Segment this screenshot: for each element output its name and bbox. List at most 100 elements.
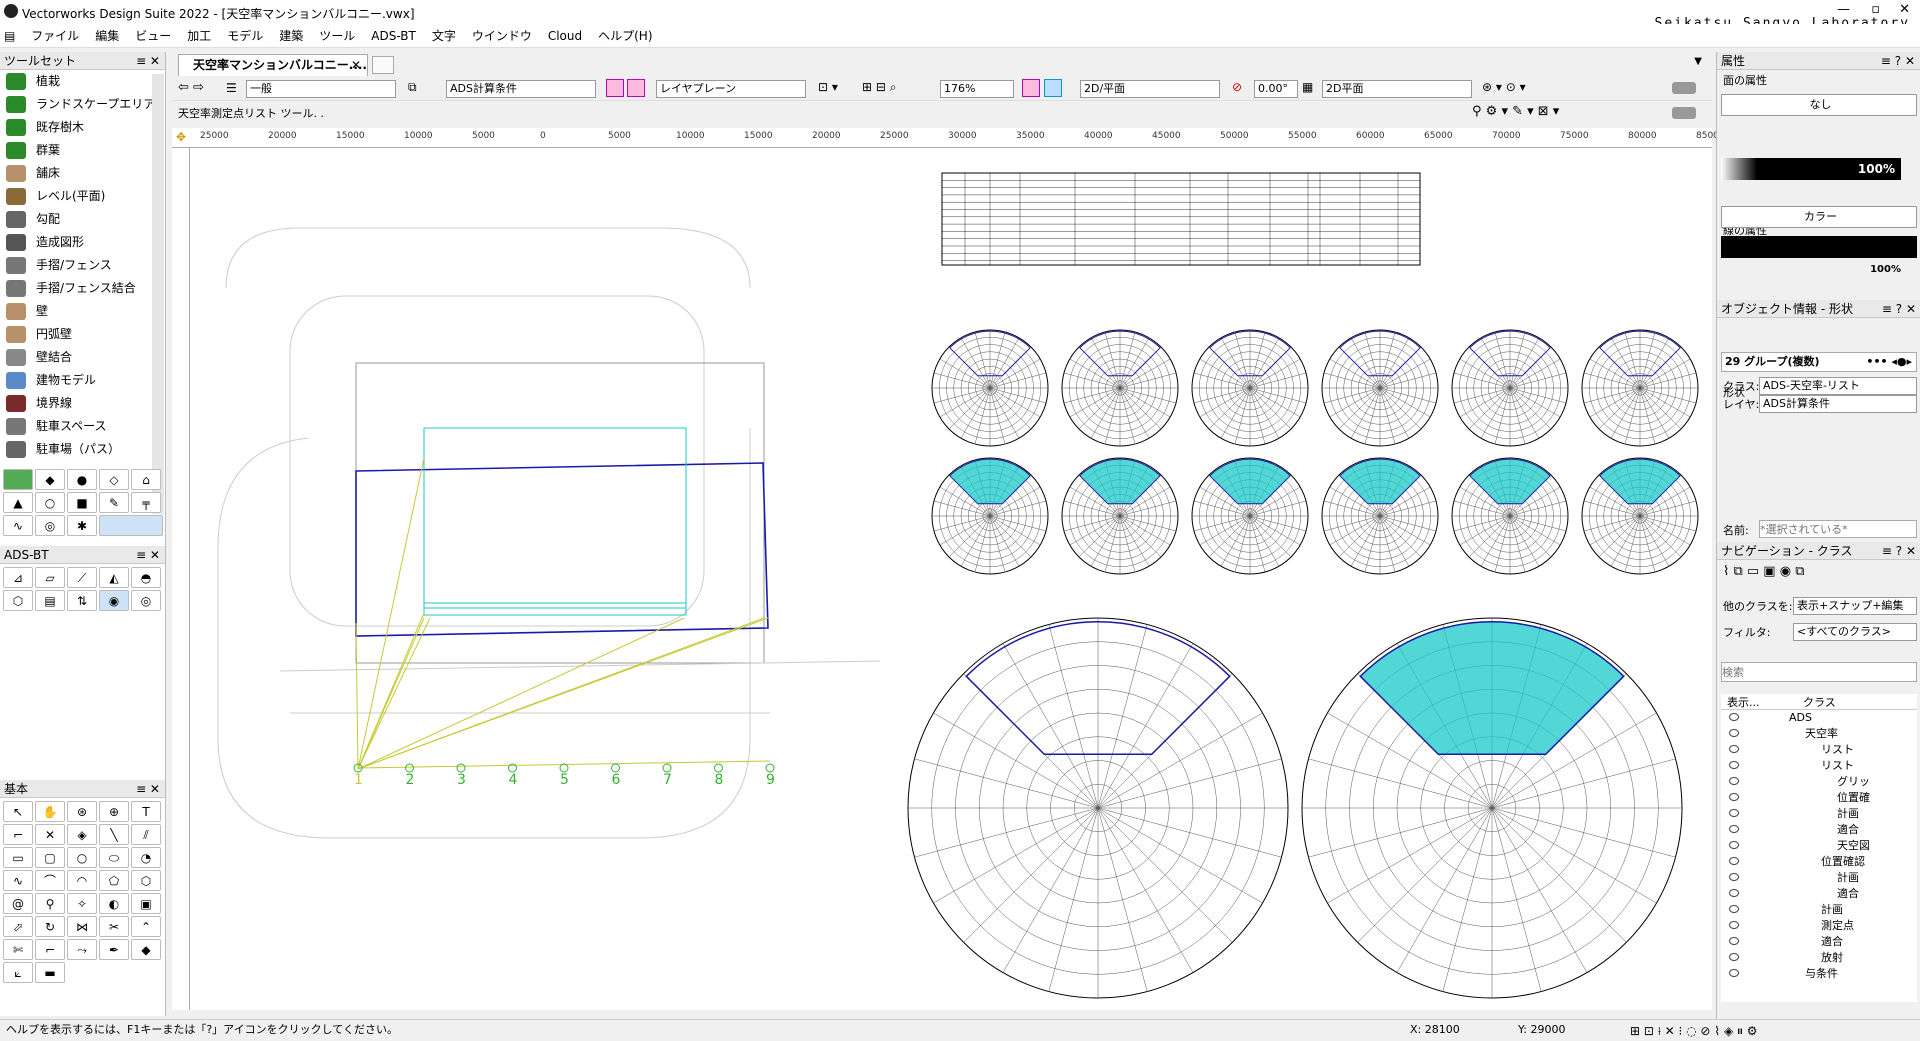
rounded-rect-icon[interactable]: ▢ — [35, 847, 65, 868]
plane-select[interactable]: レイヤプレーン — [656, 80, 806, 98]
layer-opts-icon[interactable] — [606, 79, 624, 97]
fillet-icon[interactable]: ⌃ — [131, 916, 161, 937]
visibility-eye-icon[interactable] — [1729, 745, 1739, 753]
mirror-icon[interactable]: ⋈ — [67, 916, 97, 937]
sky-chart-small[interactable] — [1061, 457, 1179, 575]
class-tree-row[interactable]: 天空図 — [1721, 838, 1917, 854]
freehand-icon[interactable]: ∿ — [3, 870, 33, 891]
class-tree-row[interactable]: 放射 — [1721, 950, 1917, 966]
other-classes-select[interactable]: 表示+スナップ+編集 — [1793, 597, 1917, 615]
doc-tab[interactable]: 天空率マンションバルコニー.... ✕ — [178, 54, 368, 76]
measure-point[interactable] — [405, 763, 414, 773]
menu-item[interactable]: Cloud — [540, 24, 590, 48]
visibility-eye-icon[interactable] — [1729, 777, 1739, 785]
class-tree-row[interactable]: 計画 — [1721, 902, 1917, 918]
line-icon[interactable]: ╲ — [99, 824, 129, 845]
toolset-item[interactable]: 手摺/フェンス — [0, 254, 165, 277]
sky-chart-small[interactable] — [1581, 329, 1699, 447]
shapes-icon[interactable]: ▲ — [3, 492, 33, 513]
close-icon[interactable]: ≡ ? ✕ — [1881, 52, 1915, 70]
render-icon[interactable]: ⊡ ▾ — [818, 80, 838, 94]
mode-tools-icon[interactable]: ⚲ ⚙ ▾ ✎ ▾ ⊠ ▾ — [1472, 104, 1559, 119]
sky-chart-small[interactable] — [1451, 457, 1569, 575]
class-tree-row[interactable]: 位置確 — [1721, 790, 1917, 806]
view-select[interactable]: 2D/平面 — [1080, 80, 1220, 98]
visibility-eye-icon[interactable] — [1729, 729, 1739, 737]
snap-icon[interactable]: ⊛ ▾ ⊙ ▾ — [1482, 80, 1526, 94]
menu-item[interactable]: モデル — [219, 24, 271, 48]
snap-toolbar-icon[interactable]: ⊞ ⊡ ⟊ ✕ ⁝ ◌ ⊘ ⌇ ◈ ⏸ ⚙ — [1630, 1021, 1758, 1041]
layer-select[interactable]: ADS計算条件 — [446, 80, 596, 98]
stamp-icon[interactable]: ▣ — [131, 893, 161, 914]
class-tree-row[interactable]: 適合 — [1721, 822, 1917, 838]
menu-item[interactable]: 文字 — [424, 24, 464, 48]
sky-chart-big[interactable] — [907, 617, 1289, 999]
zoom-icon[interactable]: ⊕ — [99, 801, 129, 822]
toolset-item[interactable]: 造成図形 — [0, 231, 165, 254]
close-tab-icon[interactable]: ✕ — [351, 55, 361, 75]
filter-select[interactable]: <すべてのクラス> — [1793, 623, 1917, 641]
view-3d-icon[interactable] — [1044, 79, 1062, 97]
double-line-icon[interactable]: ⫽ — [131, 824, 161, 845]
visibility-eye-icon[interactable] — [1729, 713, 1739, 721]
ads-dome-icon[interactable]: ◓ — [131, 567, 161, 588]
visibility-eye-icon[interactable] — [1729, 825, 1739, 833]
maximize-button[interactable]: ▫ — [1871, 2, 1880, 17]
circle-icon[interactable]: ○ — [67, 847, 97, 868]
mode-select[interactable]: 2D平面 — [1322, 80, 1472, 98]
toolset-item[interactable]: 壁結合 — [0, 346, 165, 369]
line-opacity-bar[interactable]: 100% — [1721, 264, 1901, 274]
visibility-eye-icon[interactable] — [1729, 841, 1739, 849]
offset-icon[interactable]: ⤳ — [67, 939, 97, 960]
ads-tool-3-icon[interactable]: ⟋ — [67, 567, 97, 588]
toolset-item[interactable]: 既存樹木 — [0, 116, 165, 139]
toolset-item[interactable]: 建物モデル — [0, 369, 165, 392]
fit-icon[interactable]: ⊞ ⊟ ⌕ — [862, 80, 896, 95]
arc-icon[interactable]: ◠ — [67, 870, 97, 891]
measure-point[interactable] — [714, 763, 723, 773]
visibility-eye-icon[interactable] — [1729, 809, 1739, 817]
toolset-item[interactable]: ランドスケープエリア — [0, 93, 165, 116]
close-icon[interactable]: ≡ ✕ — [136, 546, 160, 564]
layer-opts2-icon[interactable] — [627, 79, 645, 97]
menu-item[interactable]: ビュー — [127, 24, 179, 48]
eraser-icon[interactable]: ◆ — [131, 939, 161, 960]
visibility-eye-icon[interactable] — [1729, 857, 1739, 865]
toolset-item[interactable]: 群葉 — [0, 139, 165, 162]
class-tree-row[interactable]: リスト — [1721, 758, 1917, 774]
measure-point[interactable] — [765, 763, 775, 773]
back-icon[interactable]: ⇦ ⇨ — [178, 80, 204, 95]
fill-select[interactable]: なし — [1721, 94, 1917, 116]
visibility-eye-icon[interactable] — [1729, 889, 1739, 897]
rotate-icon[interactable]: ↻ — [35, 916, 65, 937]
close-icon[interactable]: ≡ ? ✕ — [1882, 300, 1916, 318]
toolset-item[interactable]: 壁 — [0, 300, 165, 323]
layer-field[interactable]: ADS計算条件 — [1759, 395, 1917, 413]
class-tree[interactable]: ADS 天空率 リスト リスト グリッ 位置確 計画 適合 天空図 位置確認 計画 適合 計画 測定点 適合… — [1721, 710, 1917, 1002]
ads-tool-8-icon[interactable]: ⇅ — [67, 590, 97, 611]
menu-item[interactable]: 加工 — [179, 24, 219, 48]
measure-point[interactable] — [611, 763, 620, 773]
ads-doc-icon[interactable]: ▤ — [35, 590, 65, 611]
dropper-icon[interactable]: ✒ — [99, 939, 129, 960]
close-icon[interactable]: ≡ ? ✕ — [1882, 542, 1916, 560]
class-tree-row[interactable]: 計画 — [1721, 870, 1917, 886]
class-tree-row[interactable]: 測定点 — [1721, 918, 1917, 934]
menu-item[interactable]: ウインドウ — [464, 24, 540, 48]
toolset-item[interactable]: レベル(平面) — [0, 185, 165, 208]
visibility-eye-icon[interactable] — [1729, 905, 1739, 913]
ads-tool-10-icon[interactable]: ◎ — [131, 590, 161, 611]
bulb-icon[interactable]: ○ — [35, 492, 65, 513]
class-tree-row[interactable]: グリッ — [1721, 774, 1917, 790]
close-button[interactable]: ✕ — [1899, 2, 1910, 17]
class-tree-row[interactable]: 位置確認 — [1721, 854, 1917, 870]
pencil-icon[interactable]: ✎ — [99, 492, 129, 513]
toolbar-collapse-icon[interactable] — [1672, 82, 1696, 94]
star-icon[interactable]: ✧ — [67, 893, 97, 914]
measure-point[interactable] — [456, 763, 466, 773]
menu-item[interactable]: 編集 — [87, 24, 127, 48]
ads-sky-icon[interactable]: ◉ — [99, 590, 129, 611]
visibility-eye-icon[interactable] — [1729, 873, 1739, 881]
rotation-field[interactable]: 0.00° — [1254, 80, 1298, 98]
pan-icon[interactable]: ✋ — [35, 801, 65, 822]
